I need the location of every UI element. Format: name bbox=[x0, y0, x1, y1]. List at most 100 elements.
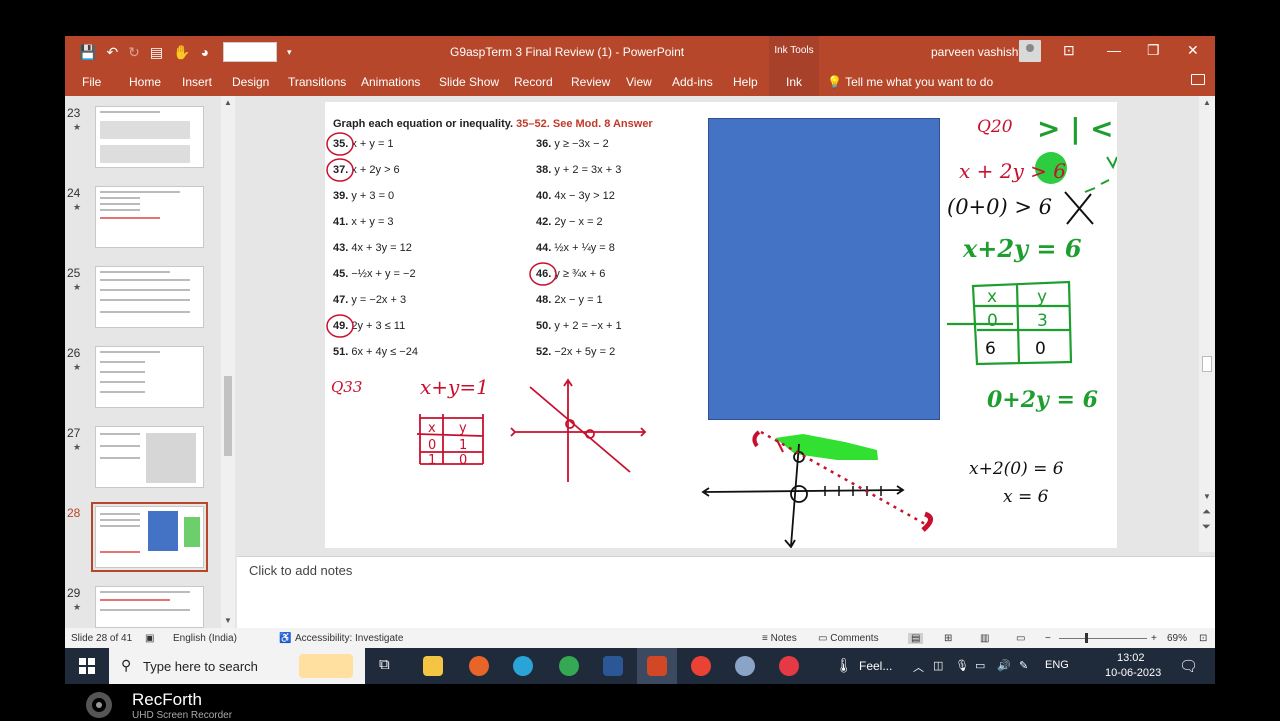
comments-button[interactable]: ▭ Comments bbox=[818, 633, 879, 644]
firefox-icon[interactable] bbox=[469, 656, 489, 676]
scroll-down-icon[interactable]: ▼ bbox=[224, 616, 232, 625]
tab-slide-show[interactable]: Slide Show bbox=[439, 75, 499, 89]
language-tray[interactable]: ENG bbox=[1045, 659, 1069, 671]
red-table-head-x: x bbox=[428, 421, 436, 436]
tray-chevron-icon[interactable]: ︿ bbox=[913, 659, 924, 675]
scroll-up-icon[interactable]: ▲ bbox=[224, 98, 232, 107]
zoom-slider-thumb[interactable] bbox=[1085, 633, 1088, 643]
thumbnail-slide[interactable] bbox=[95, 266, 204, 328]
close-icon[interactable]: ✕ bbox=[1187, 42, 1199, 59]
chrome-profile-icon[interactable] bbox=[691, 656, 711, 676]
zoom-level[interactable]: 69% bbox=[1167, 633, 1187, 644]
pen-icon[interactable]: ✎ bbox=[1019, 659, 1028, 672]
tab-design[interactable]: Design bbox=[232, 75, 269, 89]
tab-file[interactable]: File bbox=[82, 75, 101, 89]
slide-show-icon[interactable]: ▭ bbox=[1016, 633, 1025, 644]
battery-icon[interactable]: ▭ bbox=[975, 659, 985, 672]
scroll-thumb[interactable] bbox=[224, 376, 232, 456]
file-explorer-icon[interactable] bbox=[423, 656, 443, 676]
font-size-box[interactable] bbox=[223, 42, 278, 62]
lightbulb-icon: 💡 bbox=[827, 75, 842, 89]
ink-ineq: x + 2y > 6 bbox=[959, 159, 1066, 183]
ink-red-equation: x+y=1 bbox=[420, 375, 489, 399]
edge-icon[interactable] bbox=[513, 656, 533, 676]
slide-scrollbar[interactable]: ▲ ▼ ⏶ ⏷ bbox=[1199, 96, 1215, 552]
slide-sorter-icon[interactable]: ⊞ bbox=[944, 633, 952, 644]
tab-insert[interactable]: Insert bbox=[182, 75, 212, 89]
undo-icon[interactable]: ↶ bbox=[106, 44, 118, 61]
powerpoint-window: 💾 ↶ ↻ ▤ ✋ ◕ ▾ G9aspTerm 3 Final Review (… bbox=[65, 36, 1215, 684]
windows-start-icon[interactable] bbox=[79, 658, 95, 674]
touch-mode-icon[interactable]: ✋ bbox=[173, 44, 190, 61]
tab-animations[interactable]: Animations bbox=[361, 75, 420, 89]
present-icon[interactable]: ▤ bbox=[150, 44, 163, 61]
color-picker-icon[interactable]: ◕ bbox=[201, 44, 209, 60]
tab-add-ins[interactable]: Add-ins bbox=[672, 75, 713, 89]
tell-me-search[interactable]: 💡 Tell me what you want to do bbox=[827, 75, 993, 89]
notes-pane[interactable]: Click to add notes bbox=[237, 556, 1215, 628]
minimize-icon[interactable]: — bbox=[1107, 42, 1121, 58]
word-icon[interactable] bbox=[603, 656, 623, 676]
taskbar-search-box[interactable]: ⚲ Type here to search bbox=[109, 648, 365, 684]
fit-slide-icon[interactable]: ⊡ bbox=[1199, 633, 1207, 644]
tab-transitions[interactable]: Transitions bbox=[288, 75, 346, 89]
notes-placeholder[interactable]: Click to add notes bbox=[249, 563, 352, 578]
previous-slide-icon[interactable]: ⏶ bbox=[1202, 506, 1211, 519]
reading-view-icon[interactable]: ▥ bbox=[980, 633, 989, 644]
recorder-icon[interactable] bbox=[779, 656, 799, 676]
notes-button[interactable]: ≡ Notes bbox=[762, 633, 797, 644]
thumbnails-scrollbar[interactable]: ▲ ▼ bbox=[221, 96, 235, 628]
thumbnail-slide[interactable] bbox=[95, 586, 204, 628]
thumbnail-slide[interactable] bbox=[95, 106, 204, 168]
clock-time[interactable]: 13:02 bbox=[1117, 652, 1145, 664]
clock-date[interactable]: 10-06-2023 bbox=[1105, 667, 1161, 679]
task-view-icon[interactable]: ⧉ bbox=[379, 656, 399, 676]
language-indicator[interactable]: English (India) bbox=[173, 633, 237, 644]
redo-icon[interactable]: ↻ bbox=[128, 44, 140, 61]
microphone-icon[interactable]: 🎙 bbox=[955, 659, 969, 672]
avatar[interactable] bbox=[1019, 40, 1041, 62]
customize-qat-icon[interactable]: ▾ bbox=[287, 47, 292, 58]
cross-mark bbox=[1064, 191, 1094, 225]
zoom-out-icon[interactable]: − bbox=[1045, 633, 1051, 644]
ribbon-display-icon[interactable]: ⊡ bbox=[1063, 42, 1075, 59]
green-table-cell: 0 bbox=[1035, 339, 1046, 359]
tab-review[interactable]: Review bbox=[571, 75, 610, 89]
accessibility-status[interactable]: Accessibility: Investigate bbox=[295, 633, 403, 644]
thumbnail-slide[interactable] bbox=[95, 426, 204, 488]
next-slide-icon[interactable]: ⏷ bbox=[1202, 521, 1211, 534]
scroll-up-icon[interactable]: ▲ bbox=[1203, 98, 1211, 107]
user-name[interactable]: parveen vashisht bbox=[931, 45, 1022, 59]
powerpoint-taskbar-active[interactable] bbox=[637, 648, 677, 684]
volume-icon[interactable]: 🔊 bbox=[997, 659, 1011, 672]
notification-icon[interactable]: 🗨 bbox=[1179, 657, 1198, 675]
thumbnail-slide[interactable] bbox=[95, 186, 204, 248]
tab-record[interactable]: Record bbox=[514, 75, 553, 89]
weather-text[interactable]: Feel... bbox=[859, 659, 892, 673]
zoom-in-icon[interactable]: + bbox=[1151, 633, 1157, 644]
tab-home[interactable]: Home bbox=[129, 75, 161, 89]
tray-app-icon[interactable]: ◫ bbox=[933, 659, 943, 672]
tab-ink[interactable]: Ink bbox=[769, 66, 819, 96]
app-icon[interactable] bbox=[735, 656, 755, 676]
comments-icon[interactable] bbox=[1191, 74, 1205, 85]
scroll-thumb[interactable] bbox=[1202, 356, 1212, 372]
save-icon[interactable]: 💾 bbox=[79, 44, 96, 61]
spell-check-icon[interactable]: ▣ bbox=[145, 633, 154, 644]
slide-28[interactable]: Graph each equation or inequality. 35–52… bbox=[325, 102, 1117, 548]
zoom-slider[interactable] bbox=[1059, 638, 1147, 639]
coordinate-graph bbox=[701, 430, 933, 548]
tab-help[interactable]: Help bbox=[733, 75, 758, 89]
scroll-down-icon[interactable]: ▼ bbox=[1203, 492, 1211, 501]
restore-icon[interactable]: ❐ bbox=[1147, 42, 1160, 59]
normal-view-icon[interactable]: ▤ bbox=[908, 633, 924, 644]
thumbnail-slide-selected[interactable] bbox=[91, 502, 208, 572]
green-table-head-y: y bbox=[1037, 287, 1047, 307]
slide-thumbnails-pane: 23 ★ 24 ★ 25 ★ 26 ★ 27 ★ 28 29 ★ ▲ ▼ bbox=[65, 96, 237, 628]
search-highlight-icon bbox=[299, 654, 353, 678]
chrome-icon[interactable] bbox=[559, 656, 579, 676]
red-table-cell: 0 bbox=[459, 453, 467, 468]
tab-view[interactable]: View bbox=[626, 75, 652, 89]
thumbnail-slide[interactable] bbox=[95, 346, 204, 408]
ink-q20-label: Q20 bbox=[977, 117, 1013, 137]
